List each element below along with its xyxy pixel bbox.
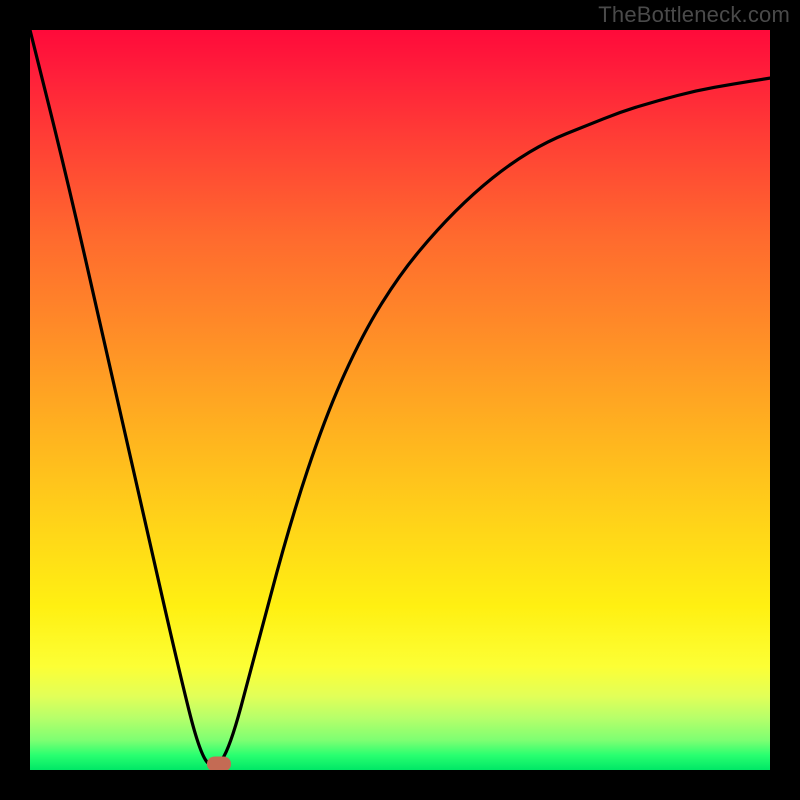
curve-svg: [30, 30, 770, 770]
plot-area: [30, 30, 770, 770]
chart-frame: TheBottleneck.com: [0, 0, 800, 800]
minimum-marker-icon: [207, 757, 231, 770]
bottleneck-curve: [30, 30, 770, 766]
watermark-text: TheBottleneck.com: [598, 2, 790, 28]
